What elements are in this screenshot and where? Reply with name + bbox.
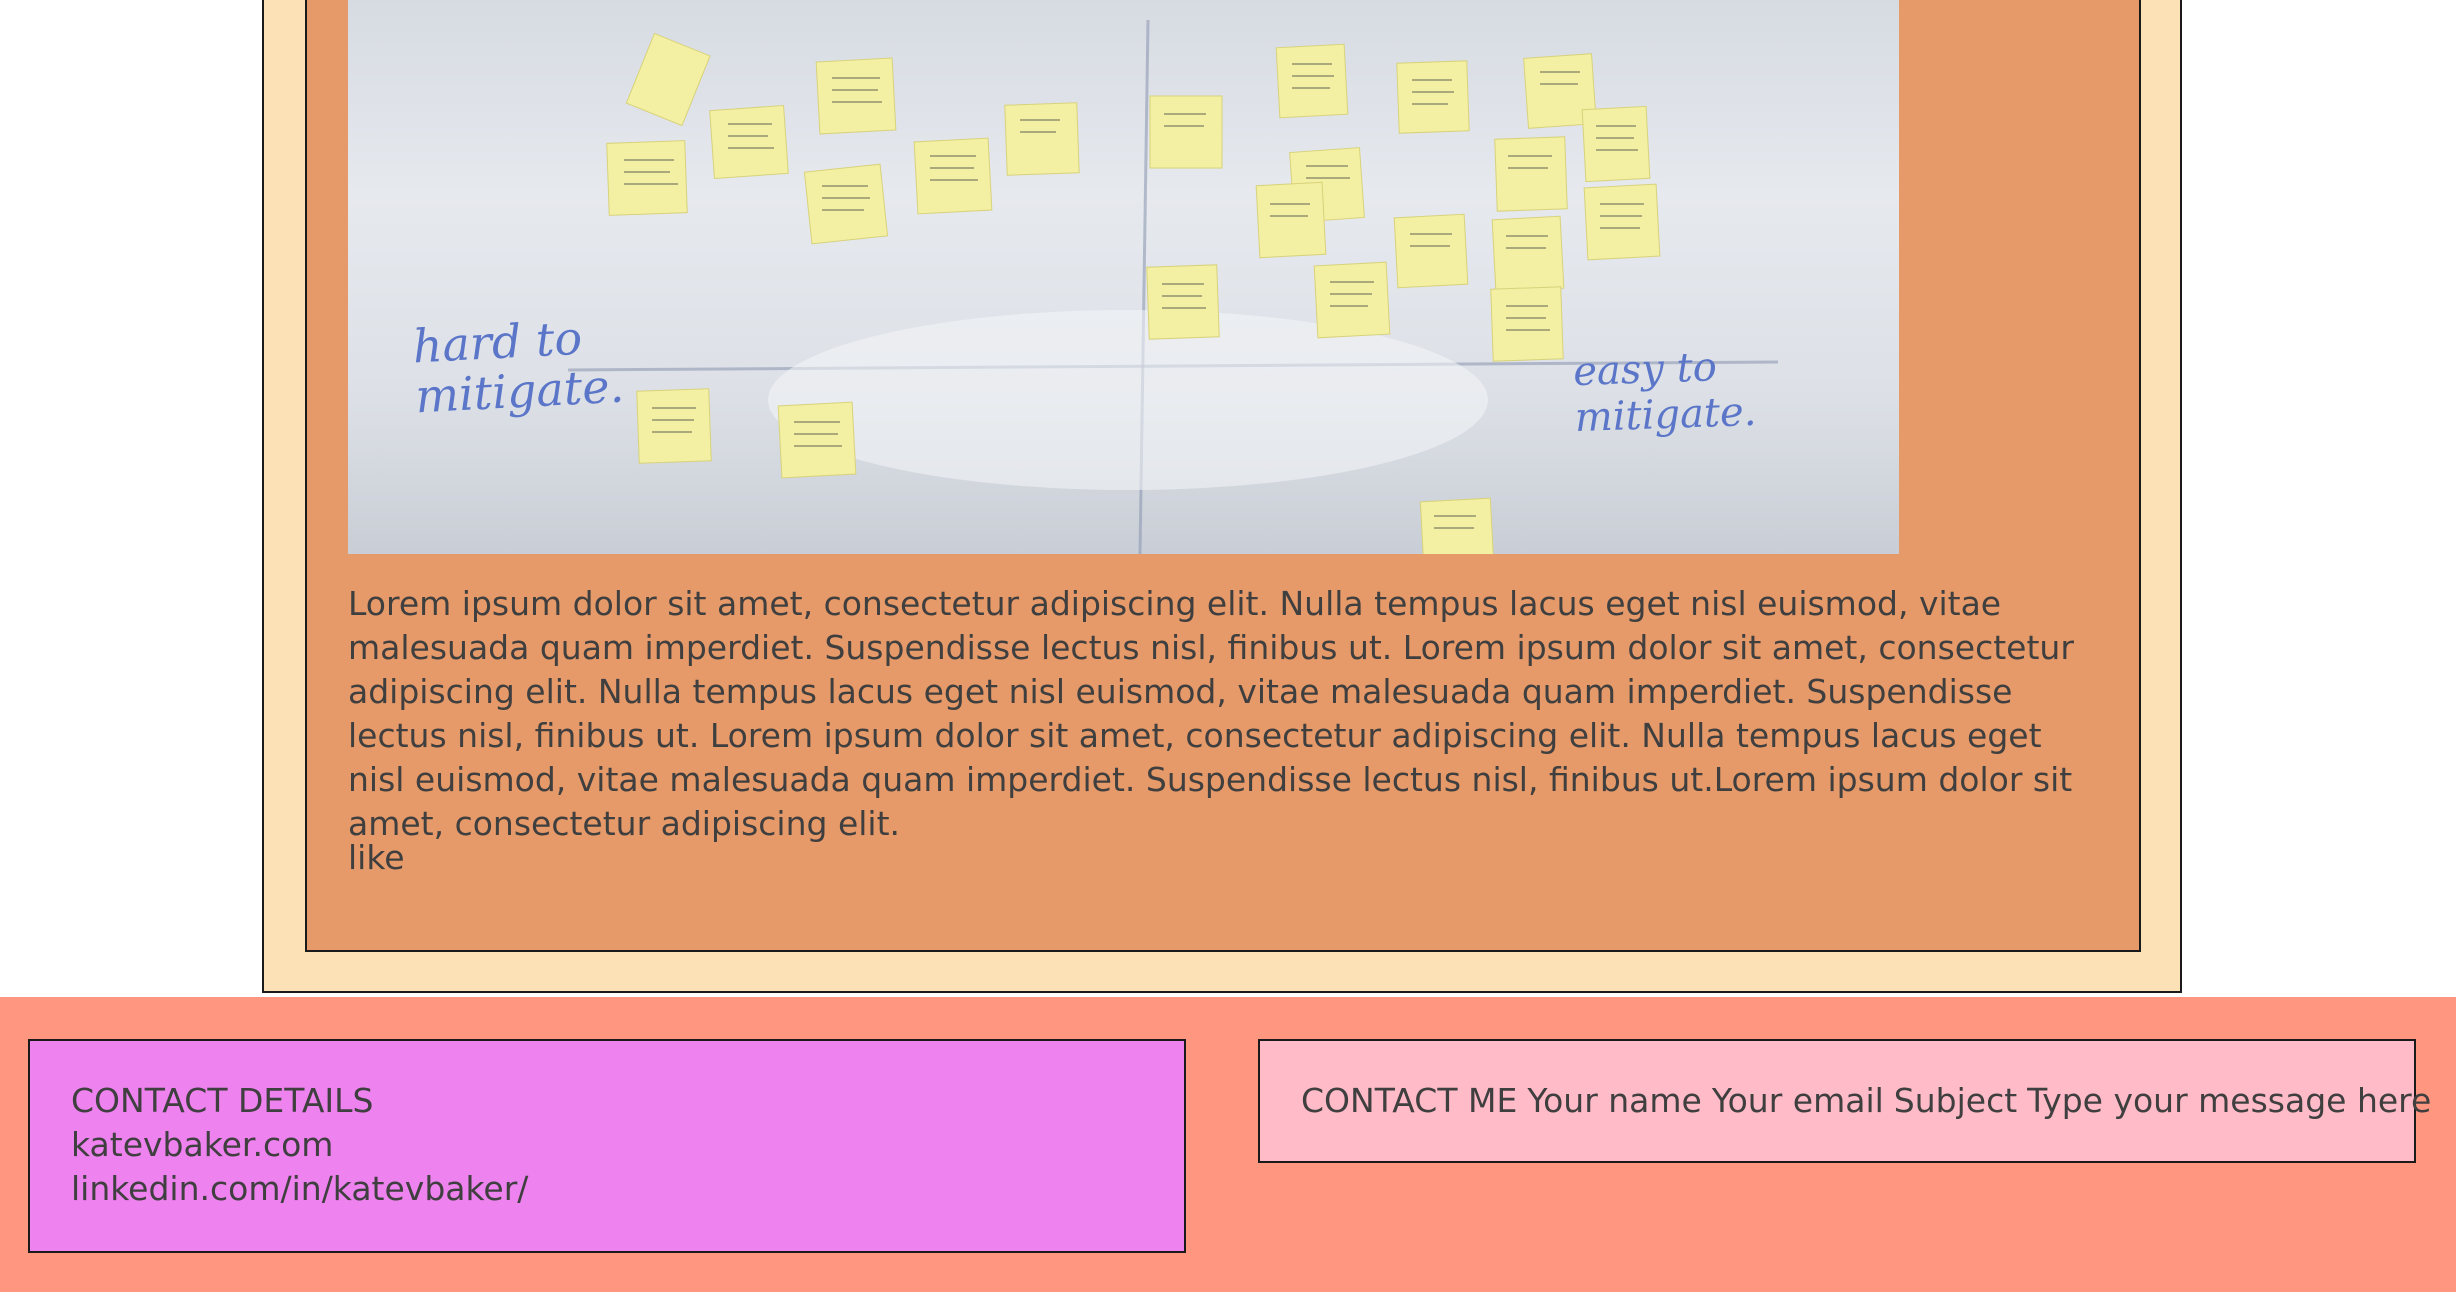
like-label[interactable]: like [348,836,405,880]
contact-form-heading: CONTACT ME [1301,1081,1518,1120]
contact-details-box: CONTACT DETAILS katevbaker.com linkedin.… [28,1039,1186,1253]
linkedin-link[interactable]: linkedin.com/in/katevbaker/ [71,1167,1184,1211]
website-link[interactable]: katevbaker.com [71,1123,1184,1167]
article-body-text: Lorem ipsum dolor sit amet, consectetur … [348,584,2074,843]
whiteboard-label-left: hard to mitigate. [411,311,626,424]
article-card: hard to mitigate. easy to mitigate. Lore… [305,0,2141,952]
message-field[interactable]: Type your message here [2027,1081,2431,1120]
subject-field[interactable]: Subject [1894,1081,2017,1120]
whiteboard-label-right: easy to mitigate. [1572,343,1757,441]
contact-details-heading: CONTACT DETAILS [71,1081,374,1120]
contact-form-box: CONTACT ME Your name Your email Subject Type… [1258,1039,2431,1163]
whiteboard-label-right-line2: mitigate. [1574,388,1758,442]
page-frame: hard to mitigate. easy to mitigate. Lore… [262,0,2182,993]
whiteboard-photo: hard to mitigate. easy to mitigate. [348,0,1899,554]
name-field[interactable]: Your name [1527,1081,1702,1120]
whiteboard-label-right-line1: easy to [1572,344,1718,396]
email-field[interactable]: Your email [1712,1081,1884,1120]
whiteboard-label-left-line2: mitigate. [414,358,626,424]
footer: CONTACT DETAILS katevbaker.com linkedin.… [0,997,2456,1292]
